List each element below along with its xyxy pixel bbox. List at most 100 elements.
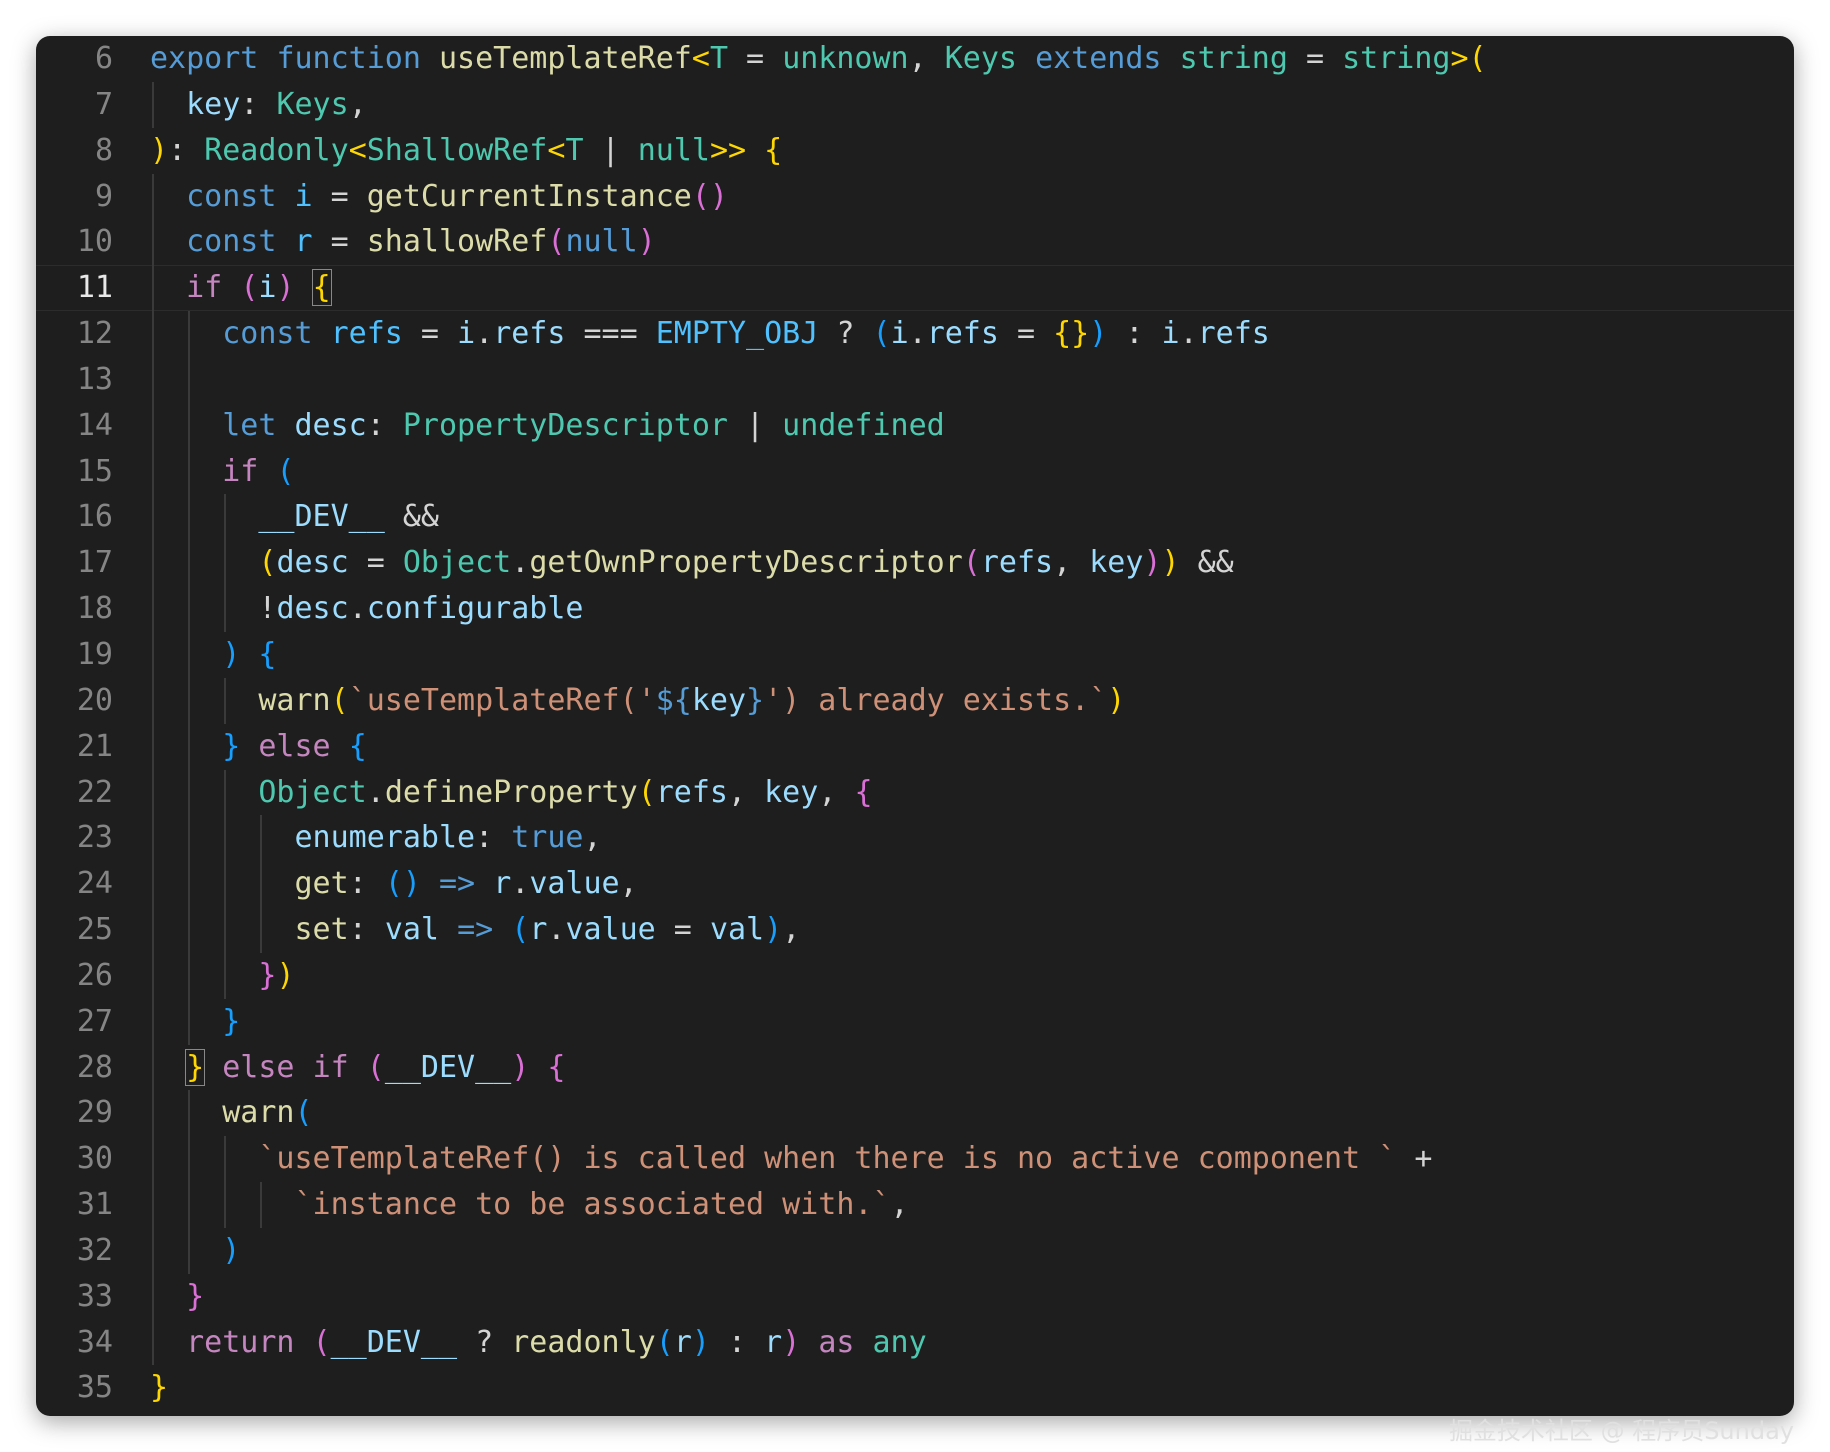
code-editor[interactable]: 6 export function useTemplateRef<T = unkn…: [36, 36, 1794, 1416]
line-code: set: val => (r.value = val),: [150, 907, 801, 953]
code-token: }: [150, 1370, 169, 1406]
code-token: getCurrentInstance: [366, 178, 692, 214]
code-token: }: [185, 1048, 206, 1086]
code-line[interactable]: 7 key: Keys,: [36, 81, 1794, 128]
code-token: if: [186, 270, 223, 306]
code-line[interactable]: 24 get: () => r.value,: [36, 861, 1794, 908]
line-number: 30: [76, 1141, 113, 1177]
code-line[interactable]: 19 ) {: [36, 631, 1794, 678]
code-token: {: [547, 1049, 566, 1085]
code-token: .: [908, 316, 927, 352]
code-line[interactable]: 11 if (i) {: [36, 265, 1794, 312]
code-token: ,: [908, 41, 945, 76]
line-code: `instance to be associated with.`,: [150, 1182, 909, 1228]
code-line[interactable]: 26 }): [36, 952, 1794, 999]
code-line[interactable]: 14 let desc: PropertyDescriptor | undefi…: [36, 402, 1794, 449]
code-line[interactable]: 17 (desc = Object.getOwnPropertyDescript…: [36, 540, 1794, 587]
code-token: value: [565, 912, 656, 948]
code-token: :: [348, 866, 385, 902]
code-token: function: [276, 41, 421, 76]
code-token: ): [782, 1324, 801, 1360]
code-token: (): [384, 866, 421, 902]
code-token: getOwnPropertyDescriptor: [529, 545, 963, 581]
code-line[interactable]: 25 set: val => (r.value = val),: [36, 907, 1794, 953]
code-line[interactable]: 35}: [36, 1365, 1794, 1411]
code-line[interactable]: 12 const refs = i.refs === EMPTY_OBJ ? (…: [36, 311, 1794, 357]
line-number: 22: [76, 774, 113, 810]
code-line[interactable]: 32 ): [36, 1227, 1794, 1274]
line-code: warn(: [150, 1090, 312, 1136]
line-number: 23: [76, 820, 113, 856]
code-line[interactable]: 10 const r = shallowRef(null): [36, 219, 1794, 266]
code-line[interactable]: 13: [36, 356, 1794, 403]
code-token: EMPTY_OBJ: [655, 316, 819, 352]
code-line[interactable]: 9 const i = getCurrentInstance(): [36, 173, 1794, 220]
code-token: ,: [890, 1187, 909, 1223]
code-token: __DEV__: [384, 1049, 512, 1085]
code-token: ,: [583, 820, 602, 856]
code-token: :: [709, 1324, 765, 1360]
code-line[interactable]: 6 export function useTemplateRef<T = unkn…: [36, 36, 1794, 82]
line-number: 25: [76, 912, 113, 948]
code-token: }: [258, 957, 277, 993]
code-token: if: [222, 453, 259, 489]
code-line[interactable]: 28 } else if (__DEV__) {: [36, 1044, 1794, 1091]
code-token: desc: [276, 545, 349, 581]
code-line[interactable]: 23 enumerable: true,: [36, 815, 1794, 862]
code-token: :: [348, 912, 385, 948]
line-code: } else if (__DEV__) {: [150, 1045, 565, 1091]
code-token: ): [1161, 545, 1180, 581]
code-line[interactable]: 21 } else {: [36, 723, 1794, 770]
code-line[interactable]: 27 }: [36, 998, 1794, 1045]
code-line[interactable]: 8): Readonly<ShallowRef<T | null>> {: [36, 128, 1794, 174]
code-line[interactable]: 22 Object.defineProperty(refs, key, {: [36, 769, 1794, 816]
code-token: .: [511, 866, 530, 902]
code-token: null: [565, 224, 638, 260]
code-token: (: [240, 270, 259, 306]
code-line[interactable]: 20 warn(`useTemplateRef('${key}') alread…: [36, 677, 1794, 724]
code-area[interactable]: 6 export function useTemplateRef<T = unkn…: [36, 36, 1794, 1411]
code-token: =: [655, 912, 710, 948]
line-code: const i = getCurrentInstance(): [150, 174, 728, 220]
code-line[interactable]: 16 __DEV__ &&: [36, 494, 1794, 541]
line-number: 18: [76, 591, 113, 627]
line-code: export function useTemplateRef<T = unkno…: [150, 36, 1487, 82]
code-line[interactable]: 31 `instance to be associated with.`,: [36, 1182, 1794, 1228]
code-token: (: [312, 1324, 331, 1360]
code-token: null: [637, 132, 710, 168]
code-token: i: [258, 270, 277, 306]
code-token: {: [258, 636, 277, 672]
code-token: .: [475, 316, 494, 352]
line-number: 24: [76, 866, 113, 902]
line-number: 11: [76, 270, 113, 306]
code-token: ShallowRef: [366, 132, 548, 168]
code-line[interactable]: 15 if (: [36, 448, 1794, 495]
code-line[interactable]: 34 return (__DEV__ ? readonly(r) : r) as…: [36, 1319, 1794, 1366]
code-line[interactable]: 33 }: [36, 1273, 1794, 1320]
code-token: ): [637, 224, 656, 260]
code-line[interactable]: 18 !desc.configurable: [36, 586, 1794, 632]
code-line[interactable]: 29 warn(: [36, 1090, 1794, 1137]
code-line[interactable]: 30 `useTemplateRef() is called when ther…: [36, 1136, 1794, 1183]
code-token: <: [547, 132, 566, 168]
code-token: defineProperty: [384, 774, 638, 810]
line-code: }: [150, 1365, 168, 1411]
